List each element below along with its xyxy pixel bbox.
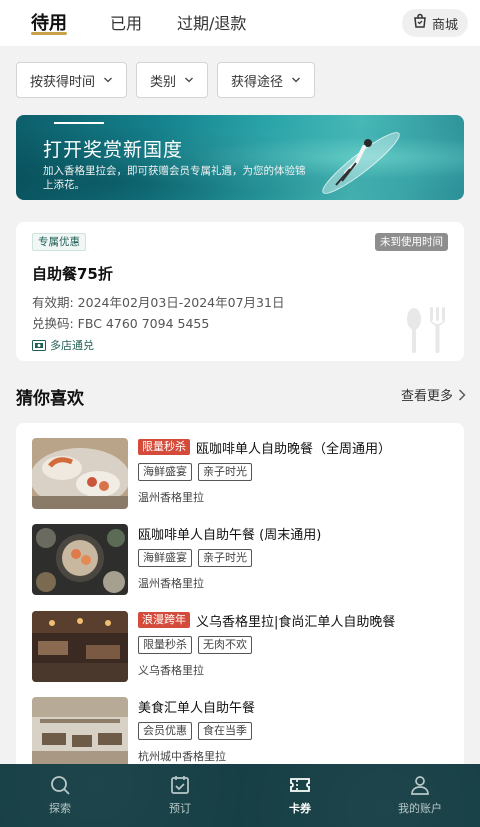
kayak-illustration (322, 132, 400, 194)
list-item[interactable]: 限量秒杀 瓯咖啡单人自助晚餐（全周通用） 海鲜盛宴 亲子时光 温州香格里拉 (32, 438, 452, 510)
multi-store-indicator: 多店通兑 (32, 337, 94, 353)
ticket-icon (290, 778, 310, 792)
filter-source[interactable]: 获得途径 (217, 62, 315, 98)
nav-booking[interactable]: 预订 (140, 774, 220, 816)
see-more-label: 查看更多 (400, 389, 453, 404)
item-hotel: 义乌香格里拉 (138, 664, 204, 677)
tab-expired-refunded[interactable]: 过期/退款 (177, 10, 246, 34)
nav-label: 我的账户 (398, 802, 442, 815)
chevron-right-icon (459, 389, 466, 400)
shopping-bag-icon (412, 13, 428, 33)
chevron-down-icon (292, 77, 300, 83)
item-tag: 限量秒杀 (138, 636, 192, 654)
coupon-name: 自助餐75折 (32, 265, 113, 283)
list-item[interactable]: 浪漫跨年 义乌香格里拉|食尚汇单人自助晚餐 限量秒杀 无肉不欢 义乌香格里拉 (32, 611, 452, 683)
item-hotel: 温州香格里拉 (138, 577, 204, 590)
search-icon (51, 776, 70, 795)
item-tag: 亲子时光 (198, 549, 252, 567)
tab-active-indicator (31, 32, 67, 35)
restaurant-interior-image (32, 611, 128, 682)
filter-bar: 按获得时间 类别 获得途径 (16, 62, 464, 98)
coupon-tag: 专属优惠 (32, 233, 86, 251)
item-title: 瓯咖啡单人自助晚餐（全周通用） (196, 441, 392, 457)
dining-room-image (32, 697, 128, 768)
item-tag: 海鲜盛宴 (138, 549, 192, 567)
recommend-title: 猜你喜欢 (16, 389, 84, 409)
coupon-card[interactable]: 专属优惠 未到使用时间 自助餐75折 有效期: 2024年02月03日-2024… (16, 222, 464, 361)
filter-label: 类别 (149, 74, 176, 90)
nav-label: 预订 (169, 802, 191, 815)
nav-coupons[interactable]: 卡券 (260, 774, 340, 816)
multi-store-label: 多店通兑 (50, 339, 94, 352)
coupon-validity: 有效期: 2024年02月03日-2024年07月31日 (32, 295, 285, 310)
nav-label: 探索 (49, 802, 71, 815)
list-item[interactable]: 瓯咖啡单人自助午餐 (周末通用) 海鲜盛宴 亲子时光 温州香格里拉 (32, 524, 452, 596)
ticket-icon (32, 339, 46, 351)
filter-label: 获得途径 (230, 74, 283, 90)
utensils-icon (407, 307, 445, 353)
chevron-down-icon (104, 77, 112, 83)
nav-account[interactable]: 我的账户 (380, 774, 460, 816)
item-tag: 无肉不欢 (198, 636, 252, 654)
chevron-down-icon (185, 77, 193, 83)
item-tag: 亲子时光 (198, 463, 252, 481)
top-tab-bar: 待用 已用 过期/退款 商城 (0, 0, 480, 46)
bottom-nav: 探索 预订 卡券 我的账户 (0, 764, 480, 827)
promo-banner[interactable]: 打开奖赏新国度 加入香格里拉会，即可获赠会员专属礼遇，为您的体验锦上添花。 (16, 115, 464, 200)
item-title: 义乌香格里拉|食尚汇单人自助晚餐 (196, 614, 396, 630)
item-hotel: 杭州城中香格里拉 (138, 750, 226, 763)
banner-title: 打开奖赏新国度 (43, 139, 184, 161)
promo-badge: 浪漫跨年 (138, 612, 190, 628)
filter-category[interactable]: 类别 (136, 62, 208, 98)
filter-by-time[interactable]: 按获得时间 (16, 62, 127, 98)
recommend-list: 限量秒杀 瓯咖啡单人自助晚餐（全周通用） 海鲜盛宴 亲子时光 温州香格里拉 瓯咖… (16, 423, 464, 783)
banner-subtitle: 加入香格里拉会，即可获赠会员专属礼遇，为您的体验锦上添花。 (43, 165, 306, 191)
item-title: 美食汇单人自助午餐 (138, 700, 256, 716)
status-badge: 未到使用时间 (375, 233, 448, 251)
seafood-platter-image (32, 524, 128, 595)
list-item[interactable]: 美食汇单人自助午餐 会员优惠 食在当季 杭州城中香格里拉 (32, 697, 452, 769)
calendar-check-icon (171, 776, 189, 794)
nav-explore[interactable]: 探索 (20, 774, 100, 816)
tab-used[interactable]: 已用 (110, 10, 142, 34)
shop-button[interactable]: 商城 (401, 9, 468, 37)
item-tag: 会员优惠 (138, 722, 192, 740)
shop-label: 商城 (431, 17, 458, 33)
seafood-buffet-image (32, 438, 128, 509)
promo-badge: 限量秒杀 (138, 439, 190, 455)
see-more-link[interactable]: 查看更多 (401, 385, 466, 404)
item-tag: 海鲜盛宴 (138, 463, 192, 481)
banner-divider (54, 122, 104, 124)
item-hotel: 温州香格里拉 (138, 491, 204, 504)
coupon-code: 兑换码: FBC 4760 7094 5455 (32, 316, 210, 331)
item-title: 瓯咖啡单人自助午餐 (周末通用) (138, 527, 322, 543)
nav-label: 卡券 (289, 802, 311, 815)
item-tag: 食在当季 (198, 722, 252, 740)
filter-label: 按获得时间 (29, 74, 95, 90)
user-icon (411, 776, 429, 795)
